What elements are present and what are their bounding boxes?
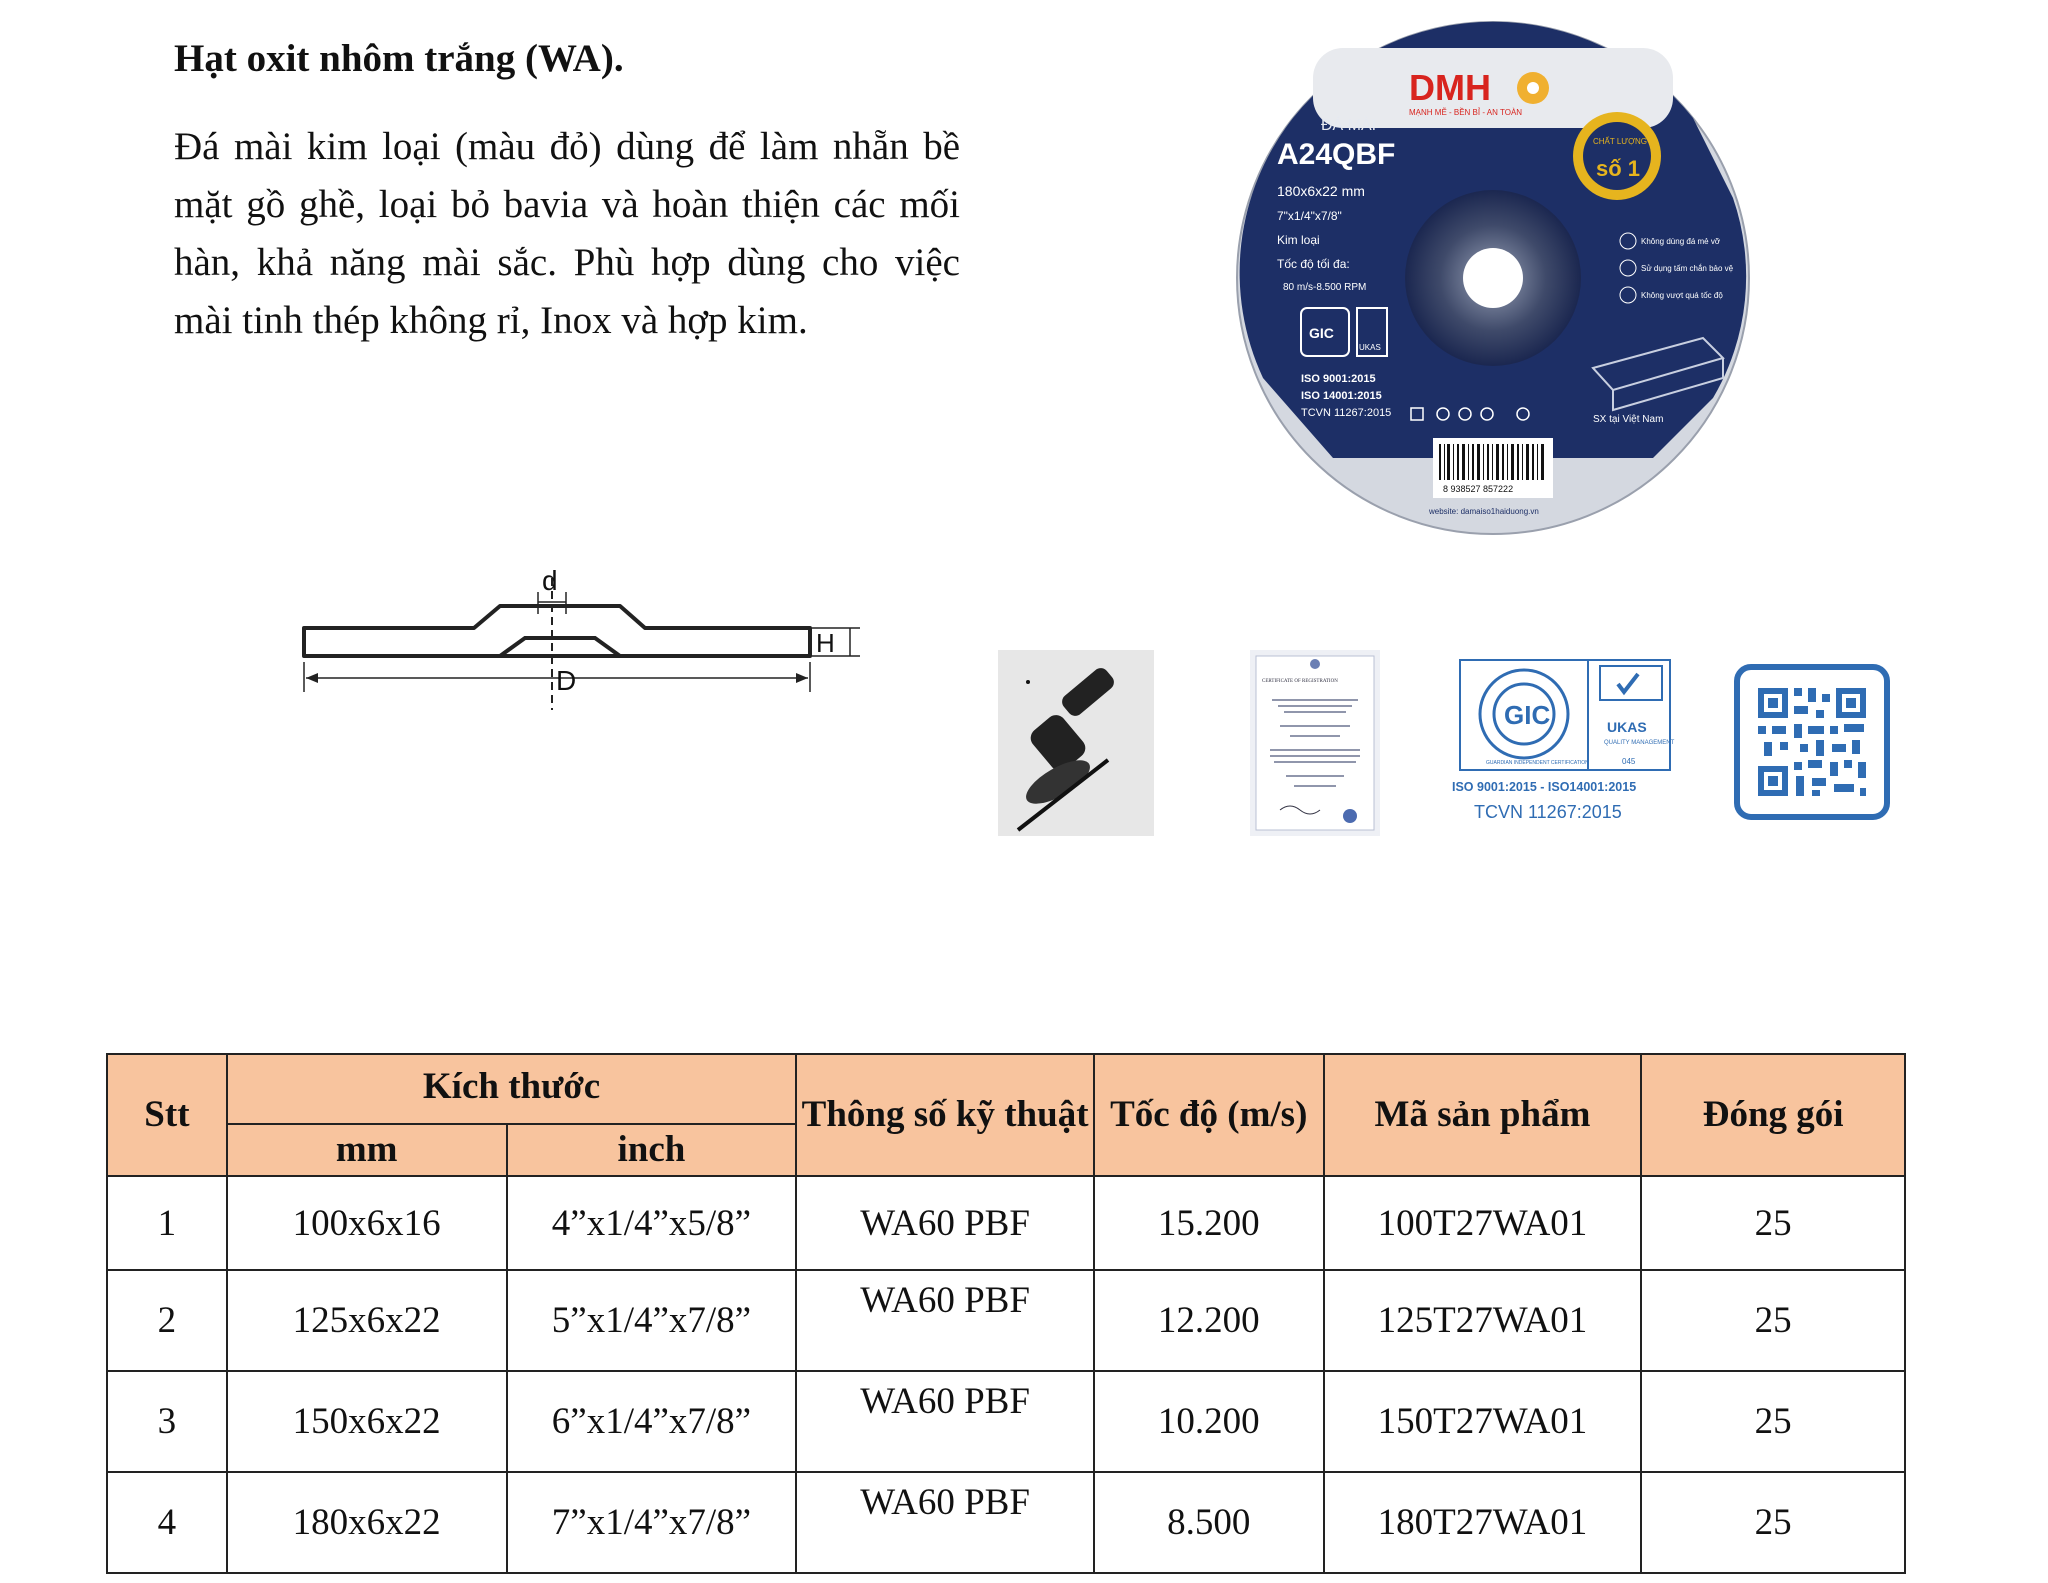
disc-cert-1: ISO 9001:2015 xyxy=(1301,373,1376,385)
section-heading: Hạt oxit nhôm trắng (WA). xyxy=(174,37,624,80)
svg-text:UKAS: UKAS xyxy=(1359,343,1381,352)
disc-brand: DMH xyxy=(1409,67,1491,108)
ukas-sub: QUALITY MANAGEMENT xyxy=(1604,740,1675,746)
disc-cert-2: ISO 14001:2015 xyxy=(1301,390,1382,402)
cell-spec: WA60 PBF xyxy=(795,1471,1095,1574)
label-D: D xyxy=(556,665,576,696)
cell-spec: WA60 PBF xyxy=(795,1269,1095,1372)
barcode-number: 8 938527 857222 xyxy=(1443,484,1513,494)
cell-pack: 25 xyxy=(1640,1471,1906,1574)
disc-spec-1: 180x6x22 mm xyxy=(1277,183,1365,199)
cell-inch: 5”x1/4”x7/8” xyxy=(505,1269,798,1372)
cell-spec: WA60 PBF xyxy=(795,1175,1095,1271)
cell-pack: 25 xyxy=(1640,1175,1906,1271)
angle-grinder-icon xyxy=(998,650,1154,836)
disc-website: website: damaiso1haiduong.vn xyxy=(1428,507,1539,516)
disc-made-in: SX tại Việt Nam xyxy=(1593,414,1663,425)
cert-line-2: TCVN 11267:2015 xyxy=(1474,802,1622,822)
product-spec-table: Stt Kích thước Thông số kỹ thuật Tốc độ … xyxy=(106,1053,1906,1574)
iso-certification-icon: GIC GUARDIAN INDEPENDENT CERTIFICATION U… xyxy=(1452,659,1675,822)
col-header-spec: Thông số kỹ thuật xyxy=(795,1053,1095,1177)
cell-mm: 180x6x22 xyxy=(225,1471,508,1574)
disc-spec-3: Kim loại xyxy=(1277,233,1320,247)
col-header-mm: mm xyxy=(225,1123,508,1177)
quality-badge-icon: CHẤT LƯỢNG số 1 xyxy=(1573,112,1661,200)
gic-logo: GIC xyxy=(1504,700,1550,730)
col-header-code: Mã sản phẩm xyxy=(1322,1053,1643,1177)
col-header-speed: Tốc độ (m/s) xyxy=(1092,1053,1325,1177)
disc-type-label: ĐÁ MÀI xyxy=(1321,115,1376,134)
grinding-disc-image: DMH MẠNH MẼ - BỀN BỈ - AN TOÀN ĐÁ MÀI A2… xyxy=(1236,21,1750,535)
table-row: 2 125x6x22 5”x1/4”x7/8” WA60 PBF 12.200 … xyxy=(106,1269,1906,1372)
qr-code-icon[interactable] xyxy=(1734,664,1890,820)
cell-pack: 25 xyxy=(1640,1370,1906,1473)
cell-speed: 10.200 xyxy=(1092,1370,1325,1473)
cell-spec: WA60 PBF xyxy=(795,1370,1095,1473)
svg-text:Sử dụng tấm chắn bảo vệ: Sử dụng tấm chắn bảo vệ xyxy=(1641,264,1734,273)
table-row: 4 180x6x22 7”x1/4”x7/8” WA60 PBF 8.500 1… xyxy=(106,1471,1906,1574)
svg-text:số 1: số 1 xyxy=(1596,156,1640,181)
disc-tagline: MẠNH MẼ - BỀN BỈ - AN TOÀN xyxy=(1409,107,1522,117)
disc-cert-3: TCVN 11267:2015 xyxy=(1301,407,1391,419)
certificate-title: CERTIFICATE OF REGISTRATION xyxy=(1262,679,1338,684)
cell-speed: 15.200 xyxy=(1092,1175,1325,1271)
cell-stt: 2 xyxy=(106,1269,228,1372)
cell-stt: 1 xyxy=(106,1175,228,1271)
ukas-num: 045 xyxy=(1622,757,1636,766)
table-row: 3 150x6x22 6”x1/4”x7/8” WA60 PBF 10.200 … xyxy=(106,1370,1906,1473)
cell-stt: 4 xyxy=(106,1471,228,1574)
certificate-icon: CERTIFICATE OF REGISTRATION xyxy=(1250,650,1380,836)
cell-inch: 6”x1/4”x7/8” xyxy=(505,1370,798,1473)
disc-spec-2: 7"x1/4"x7/8" xyxy=(1277,209,1342,223)
svg-text:GIC: GIC xyxy=(1309,325,1334,341)
svg-text:Không vượt quá tốc độ: Không vượt quá tốc độ xyxy=(1641,291,1723,300)
cell-mm: 100x6x16 xyxy=(225,1175,508,1271)
cell-mm: 125x6x22 xyxy=(225,1269,508,1372)
cell-inch: 4”x1/4”x5/8” xyxy=(505,1175,798,1271)
col-header-size: Kích thước xyxy=(225,1053,798,1125)
col-header-pack: Đóng gói xyxy=(1640,1053,1906,1177)
disc-spec-4: Tốc độ tối đa: xyxy=(1277,257,1350,271)
disc-model: A24QBF xyxy=(1277,138,1395,171)
cell-pack: 25 xyxy=(1640,1269,1906,1372)
cell-inch: 7”x1/4”x7/8” xyxy=(505,1471,798,1574)
disc-spec-5: 80 m/s-8.500 RPM xyxy=(1283,282,1366,293)
cell-stt: 3 xyxy=(106,1370,228,1473)
label-H: H xyxy=(816,628,835,658)
center-hole xyxy=(1463,248,1523,308)
ukas-logo: UKAS xyxy=(1607,719,1647,735)
cell-mm: 150x6x22 xyxy=(225,1370,508,1473)
cell-code: 180T27WA01 xyxy=(1322,1471,1643,1574)
label-d: d xyxy=(542,565,558,596)
svg-text:CHẤT LƯỢNG: CHẤT LƯỢNG xyxy=(1593,136,1647,146)
cell-code: 125T27WA01 xyxy=(1322,1269,1643,1372)
table-row: 1 100x6x16 4”x1/4”x5/8” WA60 PBF 15.200 … xyxy=(106,1175,1906,1271)
cert-line-1: ISO 9001:2015 - ISO14001:2015 xyxy=(1452,780,1636,794)
cell-speed: 8.500 xyxy=(1092,1471,1325,1574)
gic-ring-text: GUARDIAN INDEPENDENT CERTIFICATION xyxy=(1486,760,1589,766)
col-header-inch: inch xyxy=(505,1123,798,1177)
product-description: Đá mài kim loại (màu đỏ) dùng để làm nhẵ… xyxy=(174,125,960,342)
cell-code: 150T27WA01 xyxy=(1322,1370,1643,1473)
disc-profile-diagram: d D H xyxy=(302,565,860,710)
col-header-stt: Stt xyxy=(106,1053,228,1177)
cell-speed: 12.200 xyxy=(1092,1269,1325,1372)
svg-text:Không dùng đá mẻ vỡ: Không dùng đá mẻ vỡ xyxy=(1641,237,1721,246)
cell-code: 100T27WA01 xyxy=(1322,1175,1643,1271)
